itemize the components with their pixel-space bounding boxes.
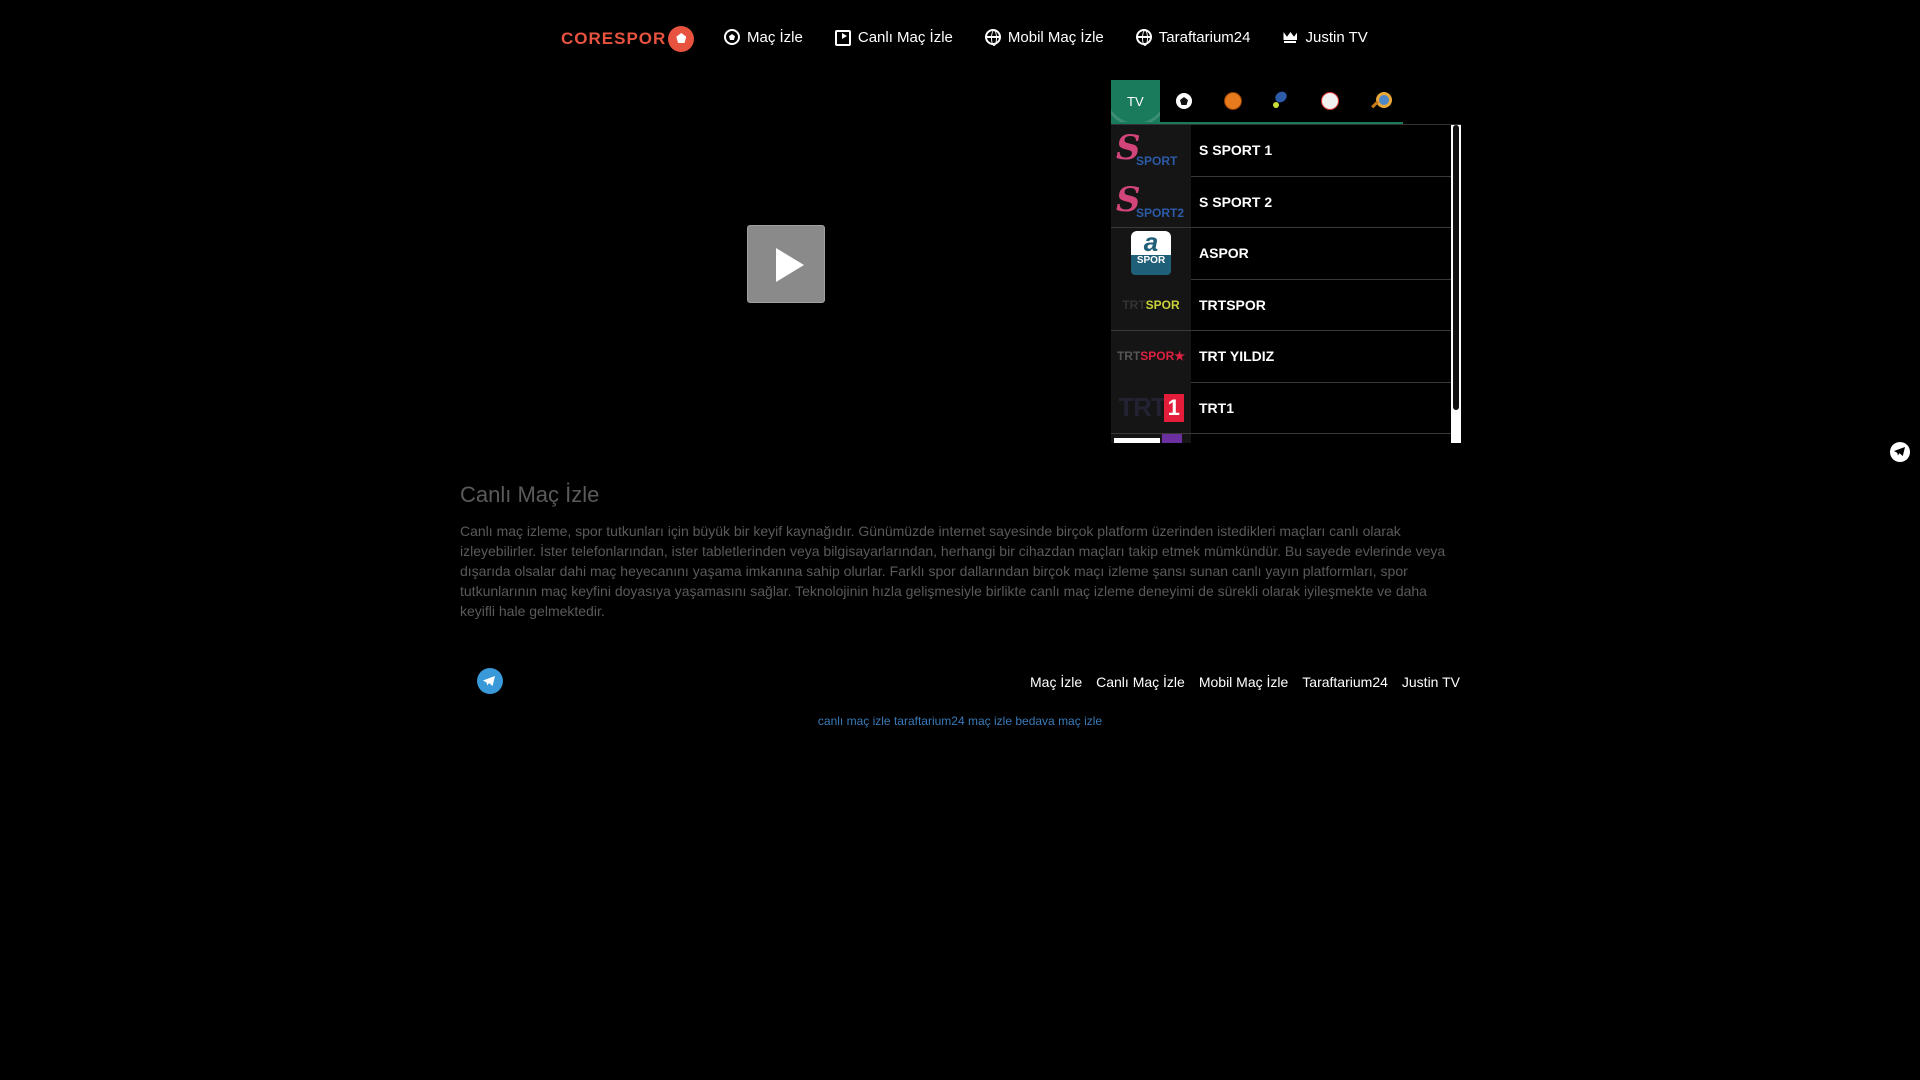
- channel-name: S SPORT 1: [1199, 142, 1273, 159]
- footer-link-justin-tv[interactable]: Justin TV: [1402, 674, 1460, 690]
- channel-sidebar: TV S SPORT S SPORT 1 S SPORT2 S SPORT 2 aS…: [1111, 80, 1461, 445]
- tennis-icon: [1271, 92, 1291, 110]
- baseball-icon: [1321, 92, 1340, 110]
- logo-text: SPORT: [1136, 154, 1178, 169]
- s-sport2-logo: S SPORT2: [1111, 176, 1191, 228]
- scrollbar-thumb[interactable]: [1453, 125, 1459, 410]
- channel-item[interactable]: a SPOR ASPOR: [1111, 227, 1451, 280]
- globe-icon: [984, 29, 1001, 46]
- seo-link[interactable]: canlı maç izle: [818, 714, 891, 728]
- site-logo[interactable]: CORESPOR: [561, 26, 695, 52]
- logo-text: a: [1143, 227, 1159, 258]
- telegram-icon[interactable]: [477, 668, 503, 694]
- channel-item-partial[interactable]: [1111, 433, 1451, 443]
- telegram-float-icon[interactable]: [1890, 442, 1910, 462]
- scrollbar[interactable]: [1451, 125, 1461, 443]
- logo-text: SPOR: [1136, 255, 1166, 267]
- nav-label: Maç İzle: [747, 28, 803, 46]
- channel-name: S SPORT 2: [1199, 193, 1273, 210]
- site-header: CORESPOR Maç İzle Canlı Maç İzle Mobil M…: [0, 0, 1920, 75]
- football-icon: [1176, 93, 1192, 109]
- soccer-ball-icon: [668, 26, 695, 52]
- nav-canli-mac-izle[interactable]: Canlı Maç İzle: [834, 28, 953, 46]
- video-player[interactable]: [460, 80, 1110, 445]
- channel-item[interactable]: TRT 1 TRT1: [1111, 382, 1451, 434]
- footer-links: Maç İzle Canlı Maç İzle Mobil Maç İzle T…: [1030, 674, 1460, 690]
- seo-link[interactable]: taraftarium24: [894, 714, 965, 728]
- aspor-logo: a SPOR: [1111, 227, 1191, 279]
- nav-label: Taraftarium24: [1158, 28, 1251, 46]
- footer-link-canli-mac-izle[interactable]: Canlı Maç İzle: [1096, 674, 1185, 690]
- nav-label: Justin TV: [1305, 28, 1368, 46]
- seo-link[interactable]: maç izle: [968, 714, 1012, 728]
- s-sport-logo: S SPORT: [1111, 125, 1191, 176]
- tab-basketball[interactable]: [1208, 80, 1257, 122]
- globe-icon: [1135, 29, 1152, 46]
- seo-link[interactable]: bedava maç izle: [1015, 714, 1102, 728]
- tab-tennis[interactable]: [1257, 80, 1306, 122]
- channel-name: TRT1: [1199, 399, 1234, 416]
- channel-item[interactable]: TRTSPOR TRTSPOR: [1111, 279, 1451, 331]
- logo-text: 1: [1163, 393, 1184, 422]
- basketball-icon: [1223, 92, 1242, 110]
- channel-name: ASPOR: [1199, 245, 1249, 262]
- channel-item[interactable]: S SPORT2 S SPORT 2: [1111, 176, 1451, 228]
- tab-label: TV: [1127, 93, 1144, 109]
- channel-name: TRT YILDIZ: [1199, 348, 1275, 365]
- site-footer: Maç İzle Canlı Maç İzle Mobil Maç İzle T…: [460, 666, 1460, 696]
- search-icon: [1369, 91, 1392, 111]
- crown-icon: [1282, 29, 1298, 45]
- nav-mac-izle[interactable]: Maç İzle: [724, 28, 803, 46]
- channel-logo: [1111, 433, 1191, 443]
- sport-tabs: TV: [1111, 80, 1403, 124]
- logo-text: TRT: [1116, 349, 1141, 364]
- channel-item[interactable]: S SPORT S SPORT 1: [1111, 125, 1451, 177]
- logo-text: SPOR: [1145, 297, 1180, 312]
- nav-label: Canlı Maç İzle: [857, 28, 953, 46]
- soccer-ball-icon: [724, 29, 740, 45]
- footer-link-mac-izle[interactable]: Maç İzle: [1030, 674, 1082, 690]
- logo-text: SPORT2: [1136, 205, 1185, 220]
- play-button[interactable]: [747, 225, 825, 303]
- nav-label: Mobil Maç İzle: [1007, 28, 1104, 46]
- page-description: Canlı maç izleme, spor tutkunları için b…: [460, 523, 1446, 619]
- main-nav: Maç İzle Canlı Maç İzle Mobil Maç İzle T…: [724, 28, 1368, 46]
- channel-item[interactable]: TRTSPOR★ TRT YILDIZ: [1111, 330, 1451, 383]
- nav-mobil-mac-izle[interactable]: Mobil Maç İzle: [984, 28, 1104, 46]
- footer-link-mobil-mac-izle[interactable]: Mobil Maç İzle: [1199, 674, 1288, 690]
- logo-text: TRT: [1122, 297, 1146, 312]
- main-content: Canlı Maç İzle Canlı maç izleme, spor tu…: [460, 482, 1460, 621]
- channel-list[interactable]: S SPORT S SPORT 1 S SPORT2 S SPORT 2 a SPOR…: [1111, 124, 1461, 443]
- tab-baseball[interactable]: [1306, 80, 1355, 122]
- logo-text: TRT: [1118, 392, 1167, 423]
- tab-football[interactable]: [1160, 80, 1209, 122]
- channel-name: TRTSPOR: [1199, 296, 1266, 313]
- trt-yildiz-logo: TRTSPOR★: [1111, 330, 1191, 382]
- trt1-logo: TRT 1: [1111, 382, 1191, 434]
- page-title: Canlı Maç İzle: [460, 482, 600, 507]
- logo-text: CORESPOR: [561, 29, 667, 48]
- nav-justin-tv[interactable]: Justin TV: [1282, 28, 1368, 46]
- tab-search[interactable]: [1354, 80, 1403, 122]
- nav-taraftarium24[interactable]: Taraftarium24: [1135, 28, 1251, 46]
- logo-text: SPOR★: [1140, 349, 1186, 364]
- tab-tv[interactable]: TV: [1111, 80, 1160, 122]
- tv-play-icon: [834, 30, 851, 46]
- footer-link-taraftarium24[interactable]: Taraftarium24: [1302, 674, 1388, 690]
- trtspor-logo: TRTSPOR: [1111, 279, 1191, 331]
- seo-links: canlı maç izle taraftarium24 maç izle be…: [0, 714, 1920, 728]
